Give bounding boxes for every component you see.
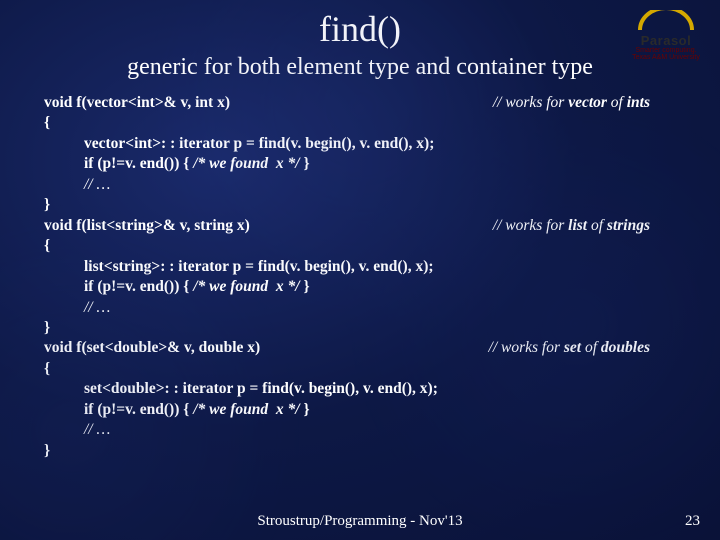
slide: Parasol Smarter computing. Texas A&M Uni… [0, 0, 720, 540]
parasol-logo: Parasol Smarter computing. Texas A&M Uni… [626, 10, 706, 61]
inline-comment: // works for list of strings [493, 216, 680, 236]
code-line: set<double>: : iterator p = find(v. begi… [44, 379, 680, 399]
code-line: { [44, 236, 680, 256]
code-line: void f(set<double>& v, double x) // works… [44, 338, 680, 358]
code-line: // … [44, 175, 680, 195]
code-line: } [44, 318, 680, 338]
code-line: if (p!=v. end()) { /* we found x */ } [44, 154, 680, 174]
code-area: void f(vector<int>& v, int x) // works fo… [40, 93, 680, 461]
parasol-arc-icon [636, 10, 696, 34]
logo-university: Texas A&M University [626, 54, 706, 61]
page-number: 23 [685, 513, 700, 530]
fn-signature: void f(vector<int>& v, int x) [44, 93, 230, 113]
fn-signature: void f(list<string>& v, string x) [44, 216, 250, 236]
slide-title: find() [40, 8, 680, 50]
code-line: { [44, 359, 680, 379]
inline-comment: // works for vector of ints [493, 93, 680, 113]
fn-signature: void f(set<double>& v, double x) [44, 338, 260, 358]
code-line: // … [44, 420, 680, 440]
code-line: void f(vector<int>& v, int x) // works fo… [44, 93, 680, 113]
code-line: list<string>: : iterator p = find(v. beg… [44, 257, 680, 277]
logo-tagline: Smarter computing. [626, 47, 706, 54]
code-line: } [44, 195, 680, 215]
code-line: } [44, 441, 680, 461]
code-line: { [44, 113, 680, 133]
code-line: void f(list<string>& v, string x) // work… [44, 216, 680, 236]
inline-comment: // works for set of doubles [489, 338, 680, 358]
logo-name: Parasol [626, 34, 706, 47]
code-line: if (p!=v. end()) { /* we found x */ } [44, 400, 680, 420]
footer-text: Stroustrup/Programming - Nov'13 [0, 513, 720, 530]
code-line: if (p!=v. end()) { /* we found x */ } [44, 277, 680, 297]
code-line: // … [44, 298, 680, 318]
slide-subtitle: generic for both element type and contai… [40, 54, 680, 81]
code-line: vector<int>: : iterator p = find(v. begi… [44, 134, 680, 154]
